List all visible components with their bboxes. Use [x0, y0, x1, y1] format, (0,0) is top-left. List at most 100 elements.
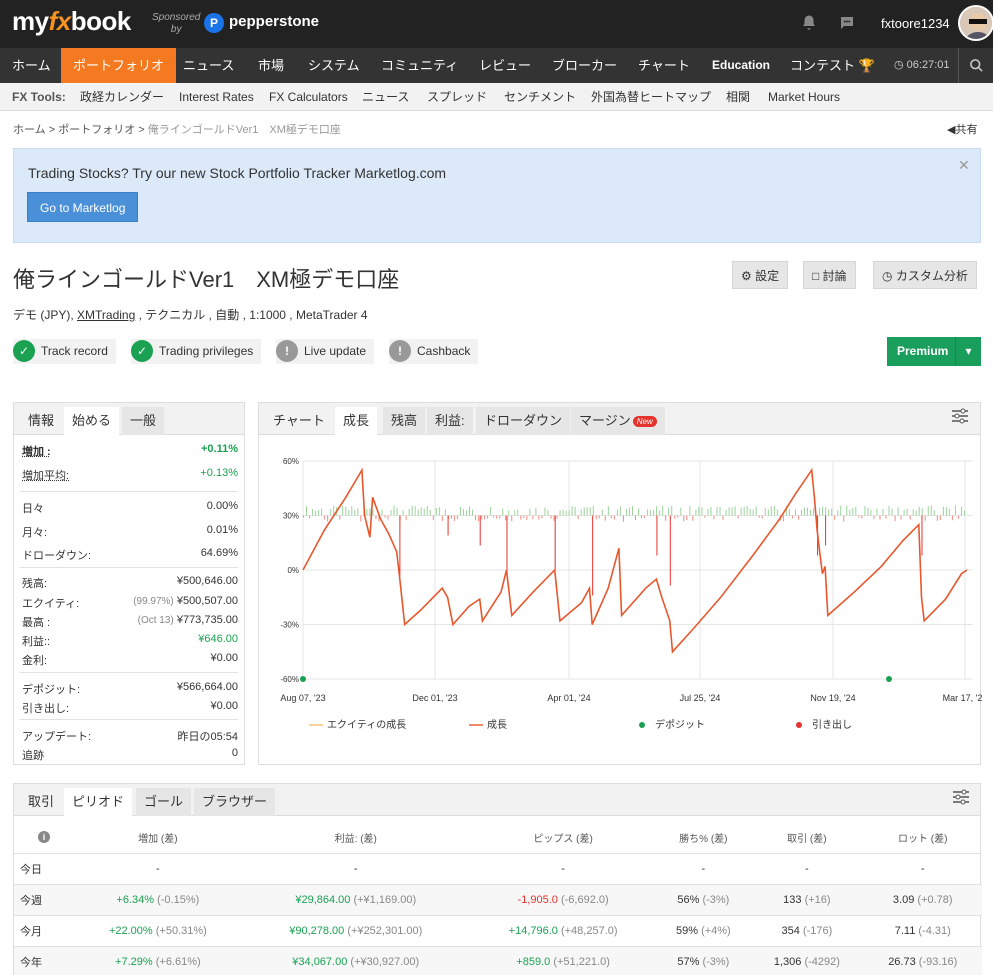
premium-button[interactable]: Premium ▾: [887, 337, 981, 366]
stat-value-text: 0: [232, 747, 238, 759]
close-icon[interactable]: ✕: [958, 157, 970, 174]
nav-markets[interactable]: 市場: [246, 48, 296, 83]
user-avatar[interactable]: [958, 5, 993, 41]
tab-period[interactable]: ピリオド: [64, 788, 132, 816]
table-settings-sliders-icon[interactable]: [950, 789, 972, 811]
tab-chart[interactable]: チャート: [265, 407, 333, 435]
profit-bar: [804, 508, 805, 516]
tab-drawdown[interactable]: ドローダウン: [476, 407, 570, 435]
profit-bar: [629, 508, 630, 516]
col-pips[interactable]: ピップス (差): [470, 822, 657, 853]
badge-live-update[interactable]: ! Live update: [276, 339, 374, 364]
tool-correlation[interactable]: 相関: [726, 83, 750, 111]
info-icon[interactable]: i: [38, 831, 50, 843]
nav-news[interactable]: ニュース: [171, 48, 246, 83]
legend-label[interactable]: 引き出し: [812, 718, 852, 731]
profit-bar: [532, 516, 533, 520]
nav-home[interactable]: ホーム: [0, 48, 63, 83]
tab-general[interactable]: 一般: [122, 407, 164, 435]
settings-button[interactable]: ⚙ 設定: [732, 261, 788, 289]
search-icon[interactable]: [958, 48, 993, 83]
stat-value: 0: [232, 747, 238, 759]
profit-bar: [348, 510, 349, 516]
chart-settings-sliders-icon[interactable]: [949, 408, 971, 430]
tool-market-hours[interactable]: Market Hours: [768, 83, 840, 111]
table-cell: 133 (+16): [750, 884, 863, 915]
badge-trading-privileges[interactable]: ✓ Trading privileges: [131, 339, 261, 364]
profit-bar: [946, 507, 947, 515]
profit-bar: [873, 516, 874, 520]
tool-spreads[interactable]: スプレッド: [427, 83, 487, 111]
tab-start[interactable]: 始める: [64, 407, 119, 435]
stat-value-text: ¥566,664.00: [177, 681, 238, 693]
pepperstone-logo-icon[interactable]: P: [204, 13, 224, 33]
tab-growth[interactable]: 成長: [335, 407, 377, 435]
tool-interest-rates[interactable]: Interest Rates: [179, 83, 254, 111]
legend-label[interactable]: デポジット: [655, 718, 705, 731]
col-win[interactable]: 勝ち% (差): [656, 822, 750, 853]
tool-sentiment[interactable]: センチメント: [504, 83, 576, 111]
badge-cashback[interactable]: ! Cashback: [389, 339, 478, 364]
tool-fx-calculators[interactable]: FX Calculators: [269, 83, 348, 111]
table-cell: -: [656, 853, 750, 884]
chevron-down-icon[interactable]: ▾: [955, 337, 981, 366]
table-cell: 3.09 (+0.78): [864, 884, 983, 915]
col-profit[interactable]: 利益: (差): [242, 822, 470, 853]
nav-reviews[interactable]: レビュー: [467, 48, 543, 83]
username-link[interactable]: fxtoore1234: [881, 16, 950, 31]
tab-balance[interactable]: 残高: [383, 407, 425, 435]
sponsor-name[interactable]: pepperstone: [229, 13, 319, 30]
nav-education[interactable]: Education: [700, 48, 782, 83]
growth-chart[interactable]: 60% 30% 0% -30% -60% Aug 07, '23 Dec 01, '23 Ap…: [259, 435, 982, 765]
tab-profit[interactable]: 利益:: [427, 407, 473, 435]
profit-bar: [867, 508, 868, 516]
profit-bar: [934, 510, 935, 515]
broker-link[interactable]: XMTrading: [77, 308, 135, 322]
share-button[interactable]: ◀共有: [947, 121, 977, 137]
profit-bar: [852, 508, 853, 516]
profit-bar: [578, 516, 579, 520]
tab-info[interactable]: 情報: [20, 407, 62, 435]
breadcrumb-home[interactable]: ホーム: [13, 124, 46, 136]
tab-margin[interactable]: マージン New: [571, 407, 665, 435]
gear-icon: ⚙: [741, 269, 752, 283]
custom-analysis-button[interactable]: ◷ カスタム分析: [873, 261, 977, 289]
nav-community[interactable]: コミュニティ: [369, 48, 470, 83]
sponsored-label: Sponsored by: [152, 12, 200, 36]
tool-news[interactable]: ニュース: [362, 83, 409, 111]
profit-bar: [381, 510, 382, 516]
legend-label[interactable]: エクイティの成長: [327, 719, 406, 731]
notifications-bell-icon[interactable]: [800, 14, 820, 34]
myfxbook-logo[interactable]: myfxbook: [12, 6, 131, 37]
nav-portfolio[interactable]: ポートフォリオ: [61, 48, 176, 83]
profit-bar: [801, 510, 802, 516]
go-to-marketlog-button[interactable]: Go to Marketlog: [27, 192, 138, 222]
col-trades[interactable]: 取引 (差): [750, 822, 863, 853]
tool-economic-calendar[interactable]: 政経カレンダー: [80, 83, 164, 111]
tab-trades[interactable]: 取引: [20, 788, 62, 816]
legend-dot-icon: [639, 722, 645, 728]
table-cell: -: [470, 853, 657, 884]
nav-systems[interactable]: システム: [296, 48, 372, 83]
tool-heatmap[interactable]: 外国為替ヒートマップ: [591, 83, 711, 111]
new-badge: New: [633, 416, 657, 427]
breadcrumb-portfolio[interactable]: ポートフォリオ: [58, 124, 135, 136]
tab-goals[interactable]: ゴール: [136, 788, 191, 816]
profit-bar: [680, 508, 681, 516]
col-gain[interactable]: 増加 (差): [74, 822, 242, 853]
profit-bar: [741, 508, 742, 516]
discuss-button[interactable]: □ 討論: [803, 261, 856, 289]
nav-brokers[interactable]: ブローカー: [540, 48, 629, 83]
badge-track-record[interactable]: ✓ Track record: [13, 339, 116, 364]
x-tick-label: Mar 17, '25: [943, 693, 982, 703]
legend-label[interactable]: 成長: [487, 719, 507, 731]
table-row: 今日 - - - - - -: [14, 853, 982, 884]
nav-contests[interactable]: コンテスト 🏆: [778, 48, 887, 83]
profit-bar: [412, 506, 413, 516]
messages-chat-icon[interactable]: [838, 14, 858, 34]
nav-charts[interactable]: チャート: [626, 48, 702, 83]
profit-bar: [822, 507, 823, 516]
tab-browser[interactable]: ブラウザー: [194, 788, 275, 816]
profit-bar: [795, 509, 796, 515]
col-lots[interactable]: ロット (差): [864, 822, 983, 853]
